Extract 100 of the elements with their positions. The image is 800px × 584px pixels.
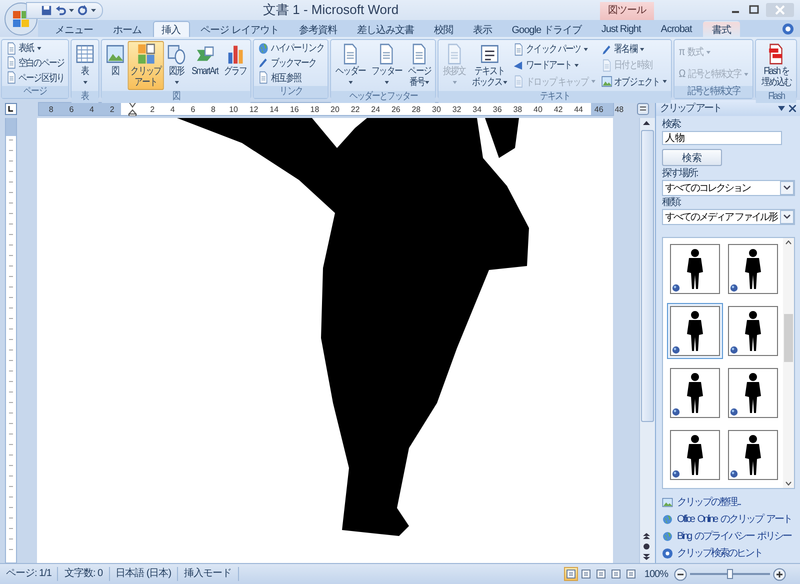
pane-link[interactable]: クリップ検索のヒント [677, 546, 762, 560]
ribbon-button[interactable]: ページ区切り [4, 70, 66, 85]
view-button[interactable] [564, 567, 578, 581]
ribbon-button[interactable]: ハイパーリンク [256, 41, 326, 56]
clip-art-thumbnail[interactable] [667, 303, 723, 359]
ruler-number: 46 [593, 104, 604, 114]
clip-art-thumbnail[interactable] [725, 365, 781, 421]
dropdown-field[interactable]: すべてのコレクション [662, 180, 795, 196]
picture-icon [662, 496, 673, 508]
ribbon-tab[interactable]: 差し込み文書 [348, 21, 423, 37]
clip-art-thumbnail[interactable] [667, 427, 723, 483]
clip-art-thumbnail[interactable] [725, 427, 781, 483]
ribbon-button[interactable]: 表紙 [4, 41, 66, 56]
view-ruler-icon[interactable] [637, 103, 649, 115]
slider-thumb[interactable] [727, 569, 733, 579]
person-silhouette-icon [687, 311, 703, 351]
ribbon-button[interactable]: 図 [103, 41, 127, 90]
ribbon-tab[interactable]: 校閲 [424, 21, 462, 37]
results-scrollbar[interactable] [783, 238, 794, 488]
ribbon-tab[interactable]: メニュー [46, 21, 102, 37]
shapes-icon [167, 43, 186, 65]
close-icon[interactable] [789, 104, 796, 112]
search-button[interactable]: 検索 [662, 149, 722, 166]
ruler-number: 48 [614, 104, 625, 114]
clip-art-thumbnail[interactable] [725, 303, 781, 359]
ribbon-tab[interactable]: 書式 [702, 21, 740, 37]
undo-icon[interactable] [55, 4, 66, 16]
clip-art-thumbnail[interactable] [725, 241, 781, 297]
pane-link[interactable]: クリップの整理... [677, 495, 740, 509]
zoom-slider[interactable] [690, 569, 770, 579]
ribbon-tab[interactable]: 表示 [464, 21, 501, 37]
ribbon-button[interactable]: クリップアート [128, 41, 164, 90]
ribbon-tab[interactable]: Acrobat [652, 21, 701, 37]
scroll-up-icon[interactable] [784, 238, 793, 246]
pane-link[interactable]: Bing のプライバシー ポリシー [677, 529, 792, 543]
clip-art-thumbnail[interactable] [667, 365, 723, 421]
page-icon [6, 71, 17, 84]
ribbon-button[interactable]: グラフ [221, 41, 250, 90]
ruler-number: 6 [190, 104, 196, 114]
ribbon-button[interactable]: ヘッダー [333, 41, 368, 90]
scroll-down-icon[interactable] [784, 480, 793, 488]
page-icon [6, 56, 17, 70]
pane-link[interactable]: Office Online のクリップ アート [677, 512, 792, 526]
ribbon-button[interactable]: 相互参照 [256, 70, 326, 85]
ribbon-button[interactable]: SmartArt [189, 41, 221, 90]
help-icon[interactable] [782, 22, 794, 34]
zoom-level[interactable]: 100% [644, 568, 668, 580]
zoom-out-icon[interactable] [674, 568, 687, 580]
ruler-number: 40 [532, 104, 544, 114]
view-button[interactable] [579, 567, 594, 581]
ribbon-button[interactable]: 署名欄 [599, 42, 670, 56]
document-page[interactable] [37, 118, 613, 563]
view-button[interactable] [624, 567, 638, 581]
ribbon-tab[interactable]: ページ レイアウト [192, 21, 288, 37]
group-label: 記号と特殊文字 [674, 86, 753, 98]
view-button[interactable] [594, 567, 608, 581]
status-text: 文字数: 0 [58, 567, 110, 581]
ribbon-button[interactable]: フッター [369, 41, 404, 90]
ribbon-tab[interactable]: Just Right [592, 21, 650, 37]
ribbon-button[interactable]: Flash を埋め込む [758, 41, 795, 90]
ribbon-button[interactable]: 空白のページ [4, 56, 66, 70]
save-icon[interactable] [41, 4, 52, 16]
vertical-scrollbar[interactable] [639, 118, 655, 563]
ruler-number: 12 [248, 104, 260, 114]
view-button[interactable] [609, 567, 624, 581]
ribbon-button[interactable]: オブジェクト [599, 74, 670, 89]
field-label: 種類: [662, 197, 682, 209]
person-silhouette-icon [687, 249, 703, 289]
ribbon-tab[interactable]: 挿入 [152, 21, 190, 37]
ruler-number: 16 [288, 104, 300, 114]
indent-marker-icon[interactable] [128, 102, 137, 116]
ribbon-button[interactable]: ブックマーク [256, 56, 326, 70]
clip-art-thumbnail[interactable] [667, 241, 723, 297]
zoom-in-icon[interactable] [773, 568, 786, 580]
field-label: 探す場所: [662, 168, 699, 180]
group-label: リンク [254, 86, 328, 98]
status-text: 日本語 (日本) [110, 567, 178, 581]
ruler-number: 22 [350, 104, 361, 114]
dropdown-field[interactable]: すべてのメディア ファイル形 [662, 209, 795, 225]
caret-icon [69, 8, 74, 12]
maximize-icon[interactable] [748, 5, 760, 15]
scroll-thumb[interactable] [784, 314, 793, 362]
ribbon-tab[interactable]: 参考資料 [290, 21, 346, 37]
ribbon-tab[interactable]: ホーム [104, 21, 150, 37]
tab-selector-icon[interactable] [5, 103, 17, 115]
ribbon-button[interactable]: ワードアート [511, 58, 598, 72]
scroll-thumb[interactable] [641, 130, 654, 422]
ruler-number: 20 [330, 104, 340, 114]
ruler-number: 32 [451, 104, 462, 114]
search-field[interactable]: 人物 [662, 131, 782, 145]
ribbon-button[interactable]: ページ番号 [405, 41, 434, 90]
ribbon-tab[interactable]: Google ドライブ [502, 21, 590, 37]
ribbon-button[interactable]: テキストボックス [469, 41, 510, 90]
ribbon-button[interactable]: 図形 [164, 41, 188, 90]
ribbon-button[interactable]: 表 [73, 41, 97, 90]
page-icon [514, 42, 524, 56]
redo-icon[interactable] [77, 4, 88, 16]
globe-badge-icon [730, 470, 738, 478]
pane-menu-icon[interactable] [778, 106, 785, 110]
ribbon-button[interactable]: クイック パーツ [511, 42, 598, 56]
